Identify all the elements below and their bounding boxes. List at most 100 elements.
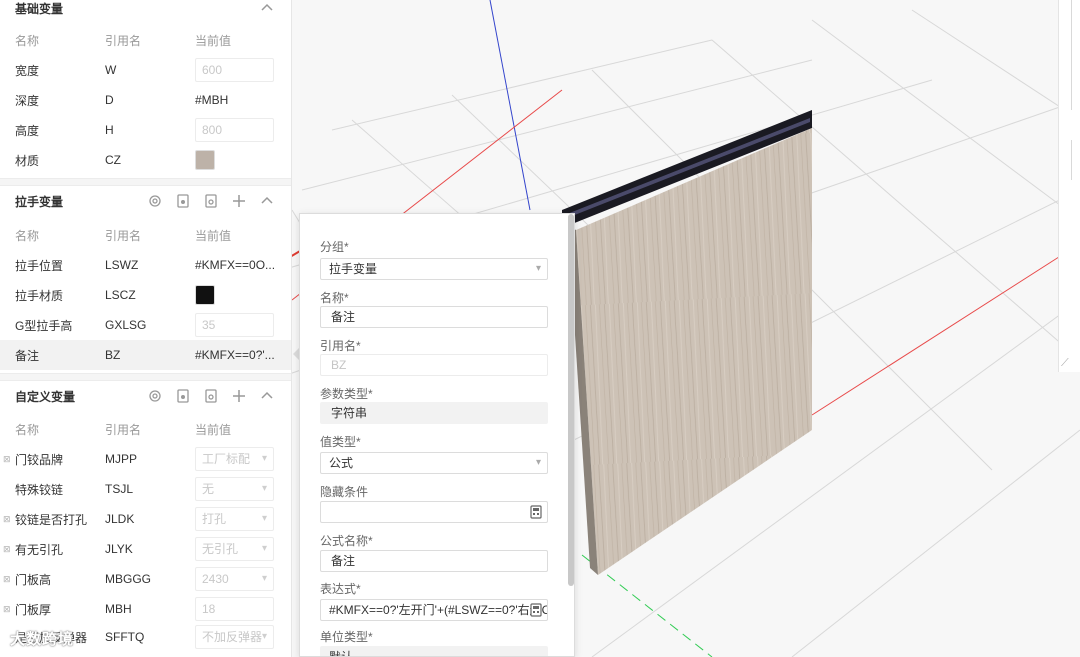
value-select[interactable]: 工厂标配 xyxy=(195,447,274,471)
settings-gear-icon[interactable] xyxy=(146,192,164,210)
table-row[interactable]: 高度 H 800 xyxy=(0,115,291,145)
row-ref: W xyxy=(105,63,117,77)
variable-edit-popup: 分组* 拉手变量 名称* 备注 引用名* BZ 参数类型* 字符串 值类型* 公… xyxy=(299,213,575,657)
value-select[interactable]: 无 xyxy=(195,477,274,501)
row-ref: MJPP xyxy=(105,452,138,466)
table-row[interactable]: ⊠ 门板厚 MBH 18 xyxy=(0,594,291,624)
ref-label: 引用名* xyxy=(320,339,361,353)
row-name: G型拉手高 xyxy=(15,318,73,333)
collapse-chevron-icon[interactable] xyxy=(258,192,276,210)
add-plus-icon[interactable] xyxy=(230,192,248,210)
row-name: 铰链是否打孔 xyxy=(15,512,88,527)
col-header-name: 名称 xyxy=(15,33,40,48)
row-name: 深度 xyxy=(15,93,40,108)
row-value: #KMFX==0O... xyxy=(195,258,275,272)
row-name: 高度 xyxy=(15,123,40,138)
row-name: 拉手位置 xyxy=(15,258,64,273)
custom-header-row: 名称 引用名 当前值 xyxy=(0,414,291,444)
row-ref: MBH xyxy=(105,602,132,616)
ref-field[interactable]: BZ xyxy=(320,354,548,376)
watermark-text: 大数跨境 xyxy=(10,631,75,648)
variables-sidebar: 基础变量 名称 引用名 当前值 宽度 W 600 深度 D #MBH 高度 H … xyxy=(0,0,292,657)
collapse-chevron-icon[interactable] xyxy=(258,387,276,405)
row-value: #KMFX==0?'... xyxy=(195,348,275,362)
row-name: 材质 xyxy=(15,153,40,168)
table-row[interactable]: ⊠ 铰链是否打孔 JLDK 打孔 xyxy=(0,504,291,534)
drag-handle-icon[interactable]: ⊠ xyxy=(3,454,11,465)
table-row[interactable]: ⊠ 有无引孔 JLYK 无引孔 xyxy=(0,534,291,564)
unit-type-field: 默认 xyxy=(320,646,548,656)
table-row[interactable]: ⊠ 门铰品牌 MJPP 工厂标配 xyxy=(0,444,291,474)
material-swatch[interactable] xyxy=(195,285,215,305)
custom-section-header[interactable]: 自定义变量 xyxy=(0,378,291,414)
value-select[interactable]: 无引孔 xyxy=(195,537,274,561)
handle-section-title: 拉手变量 xyxy=(15,194,64,209)
row-name: 宽度 xyxy=(15,63,40,78)
value-input[interactable]: 600 xyxy=(195,58,274,82)
drag-handle-icon[interactable]: ⊠ xyxy=(3,544,11,555)
table-row[interactable]: 拉手材质 LSCZ xyxy=(0,280,291,310)
name-label: 名称* xyxy=(320,291,349,305)
calculator-icon[interactable] xyxy=(529,603,543,617)
table-row[interactable]: 材质 CZ xyxy=(0,145,291,175)
formula-name-label: 公式名称* xyxy=(320,534,373,548)
row-ref: CZ xyxy=(105,153,121,167)
value-select[interactable]: 不加反弹器 xyxy=(195,625,274,649)
hidden-cond-label: 隐藏条件 xyxy=(320,485,369,499)
table-row-selected[interactable]: 备注 BZ #KMFX==0?'... xyxy=(0,340,291,370)
table-row[interactable]: 深度 D #MBH xyxy=(0,85,291,115)
table-row[interactable]: 特殊铰链 TSJL 无 xyxy=(0,474,291,504)
group-label: 分组* xyxy=(320,240,349,254)
row-ref: LSCZ xyxy=(105,288,136,302)
value-input[interactable]: 800 xyxy=(195,118,274,142)
row-ref: SFFTQ xyxy=(105,630,145,644)
table-row[interactable]: 拉手位置 LSWZ #KMFX==0O... xyxy=(0,250,291,280)
row-name: 拉手材质 xyxy=(15,288,64,303)
row-ref: JLYK xyxy=(105,542,133,556)
row-name: 门板厚 xyxy=(15,602,52,617)
col-header-ref: 引用名 xyxy=(105,33,142,48)
export-icon[interactable] xyxy=(202,387,220,405)
table-row[interactable]: ⊠ 门板高 MBGGG 2430 xyxy=(0,564,291,594)
expression-value: #KMFX==0?'左开门'+(#LSWZ==0?'右边C xyxy=(329,603,548,617)
basic-header-row: 名称 引用名 当前值 xyxy=(0,25,291,55)
col-header-ref: 引用名 xyxy=(105,422,142,437)
row-name: 备注 xyxy=(15,348,40,363)
add-plus-icon[interactable] xyxy=(230,387,248,405)
row-ref: MBGGG xyxy=(105,572,152,586)
expression-field[interactable]: #KMFX==0?'左开门'+(#LSWZ==0?'右边C xyxy=(320,599,548,621)
row-name: 门铰品牌 xyxy=(15,452,64,467)
value-input[interactable]: 18 xyxy=(195,597,274,621)
col-header-value: 当前值 xyxy=(195,33,232,48)
formula-name-field[interactable]: 备注 xyxy=(320,550,548,572)
material-swatch[interactable] xyxy=(195,150,215,170)
basic-section-header[interactable]: 基础变量 xyxy=(0,0,291,26)
popup-scrollbar[interactable] xyxy=(568,214,574,586)
import-icon[interactable] xyxy=(174,387,192,405)
drag-handle-icon[interactable]: ⊠ xyxy=(3,574,11,585)
expression-label: 表达式* xyxy=(320,582,361,596)
hidden-cond-field[interactable] xyxy=(320,501,548,523)
col-header-name: 名称 xyxy=(15,422,40,437)
drag-handle-icon[interactable]: ⊠ xyxy=(3,604,11,615)
settings-gear-icon[interactable] xyxy=(146,387,164,405)
drag-handle-icon[interactable]: ⊠ xyxy=(3,514,11,525)
value-select[interactable]: 2430 xyxy=(195,567,274,591)
col-header-ref: 引用名 xyxy=(105,228,142,243)
row-name: 门板高 xyxy=(15,572,52,587)
col-header-name: 名称 xyxy=(15,228,40,243)
row-ref: TSJL xyxy=(105,482,134,496)
import-icon[interactable] xyxy=(174,192,192,210)
value-type-select[interactable]: 公式 xyxy=(320,452,548,474)
group-select[interactable]: 拉手变量 xyxy=(320,258,548,280)
value-select[interactable]: 打孔 xyxy=(195,507,274,531)
calculator-icon[interactable] xyxy=(529,505,543,519)
value-input[interactable]: 35 xyxy=(195,313,274,337)
name-field[interactable]: 备注 xyxy=(320,306,548,328)
value-type-label: 值类型* xyxy=(320,435,361,449)
table-row[interactable]: G型拉手高 GXLSG 35 xyxy=(0,310,291,340)
export-icon[interactable] xyxy=(202,192,220,210)
table-row[interactable]: 宽度 W 600 xyxy=(0,55,291,85)
handle-section-header[interactable]: 拉手变量 xyxy=(0,183,291,219)
collapse-chevron-icon[interactable] xyxy=(258,0,276,17)
